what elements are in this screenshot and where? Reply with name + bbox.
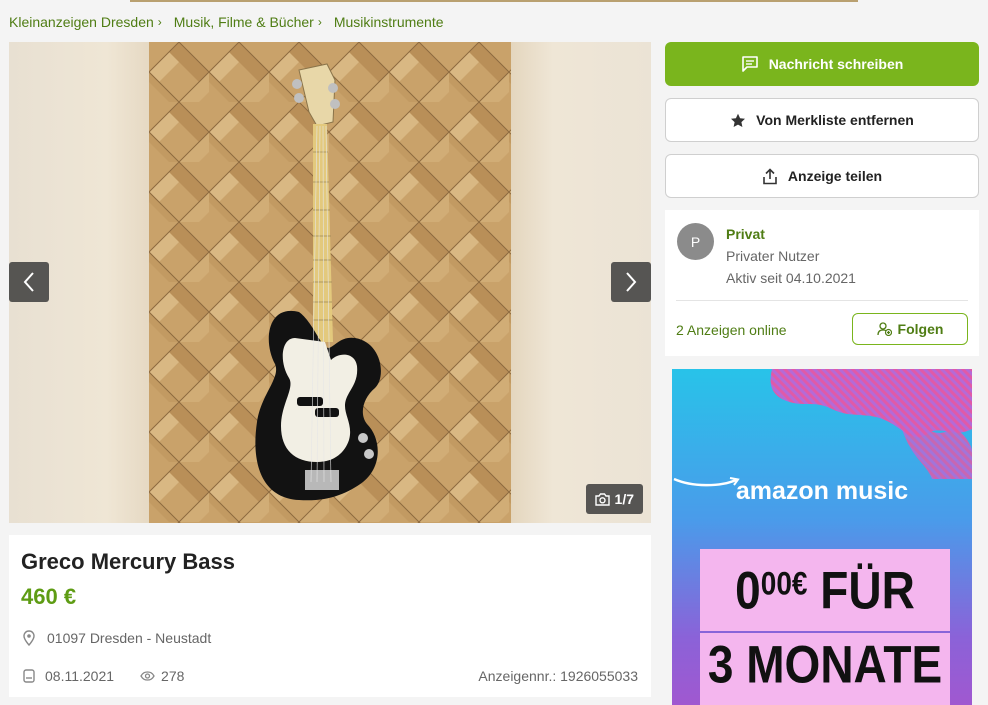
image-gallery: 1/7 — [9, 42, 651, 523]
camera-icon — [594, 492, 610, 506]
listing-date: 08.11.2021 — [23, 668, 114, 684]
calendar-icon — [23, 669, 35, 683]
advertisement-banner[interactable]: amazon music 000€ FÜR 3 MONATE — [672, 369, 972, 705]
ad-number: Anzeigennr.: 1926055033 — [478, 668, 638, 684]
offer-suffix: FÜR — [807, 560, 915, 620]
share-ad-button[interactable]: Anzeige teilen — [665, 154, 979, 198]
add-user-icon — [876, 322, 892, 336]
amazon-music-logo: amazon music — [672, 477, 972, 506]
seller-type: Privater Nutzer — [726, 248, 820, 264]
image-counter-label: 1/7 — [614, 491, 634, 507]
location-text: 01097 Dresden - Neustadt — [47, 630, 212, 646]
message-icon — [741, 56, 758, 72]
follow-seller-button[interactable]: Folgen — [852, 313, 968, 345]
breadcrumb-item[interactable]: Kleinanzeigen Dresden › — [9, 14, 162, 30]
breadcrumb-item[interactable]: Musikinstrumente — [334, 14, 444, 30]
listing-details: Greco Mercury Bass 460 € 01097 Dresden -… — [9, 535, 651, 697]
listing-photo[interactable] — [149, 42, 511, 523]
seller-name[interactable]: Privat — [726, 226, 765, 242]
listing-title: Greco Mercury Bass — [21, 549, 235, 574]
offer-cents: 00€ — [760, 565, 808, 602]
watchlist-label: Von Merkliste entfernen — [756, 112, 914, 128]
seller-ads-online-link[interactable]: 2 Anzeigen online — [676, 322, 787, 338]
seller-active-since: Aktiv seit 04.10.2021 — [726, 270, 856, 286]
listing-location: 01097 Dresden - Neustadt — [23, 630, 211, 646]
send-message-label: Nachricht schreiben — [768, 56, 904, 72]
divider — [676, 300, 968, 301]
date-text: 08.11.2021 — [45, 668, 115, 684]
chevron-right-icon: › — [157, 15, 162, 29]
ad-offer-line1: 000€ FÜR — [700, 559, 950, 621]
share-label: Anzeige teilen — [787, 168, 883, 184]
views-count: 278 — [161, 668, 185, 684]
eye-icon — [140, 671, 155, 681]
top-banner-strip — [130, 0, 858, 2]
chevron-right-icon — [626, 272, 637, 292]
previous-image-button[interactable] — [9, 262, 49, 302]
amazon-smile-icon — [673, 477, 740, 487]
bass-guitar-photo — [149, 42, 511, 523]
seller-avatar[interactable]: P — [677, 223, 714, 260]
location-pin-icon — [23, 630, 35, 646]
listing-price: 460 € — [21, 584, 77, 609]
offer-amount: 0 — [735, 560, 761, 620]
seller-card: P Privat Privater Nutzer Aktiv seit 04.1… — [665, 210, 979, 356]
image-counter[interactable]: 1/7 — [585, 484, 643, 514]
ad-decoration — [770, 369, 972, 479]
breadcrumb-item[interactable]: Musik, Filme & Bücher › — [174, 14, 322, 30]
breadcrumb: Kleinanzeigen Dresden › Musik, Filme & Bü… — [9, 13, 456, 31]
next-image-button[interactable] — [611, 262, 651, 302]
chevron-right-icon: › — [317, 15, 322, 29]
star-icon — [731, 113, 746, 127]
chevron-left-icon — [23, 272, 34, 292]
listing-meta: 08.11.2021 278 — [23, 668, 210, 684]
ad-offer-line2: 3 MONATE — [707, 634, 943, 694]
share-icon — [763, 167, 777, 184]
follow-label: Folgen — [897, 321, 944, 337]
remove-from-watchlist-button[interactable]: Von Merkliste entfernen — [665, 98, 979, 142]
ad-offer: 000€ FÜR 3 MONATE — [700, 549, 950, 705]
send-message-button[interactable]: Nachricht schreiben — [665, 42, 979, 86]
ad-brand-text: amazon music — [735, 477, 909, 505]
listing-views: 278 — [140, 668, 184, 684]
